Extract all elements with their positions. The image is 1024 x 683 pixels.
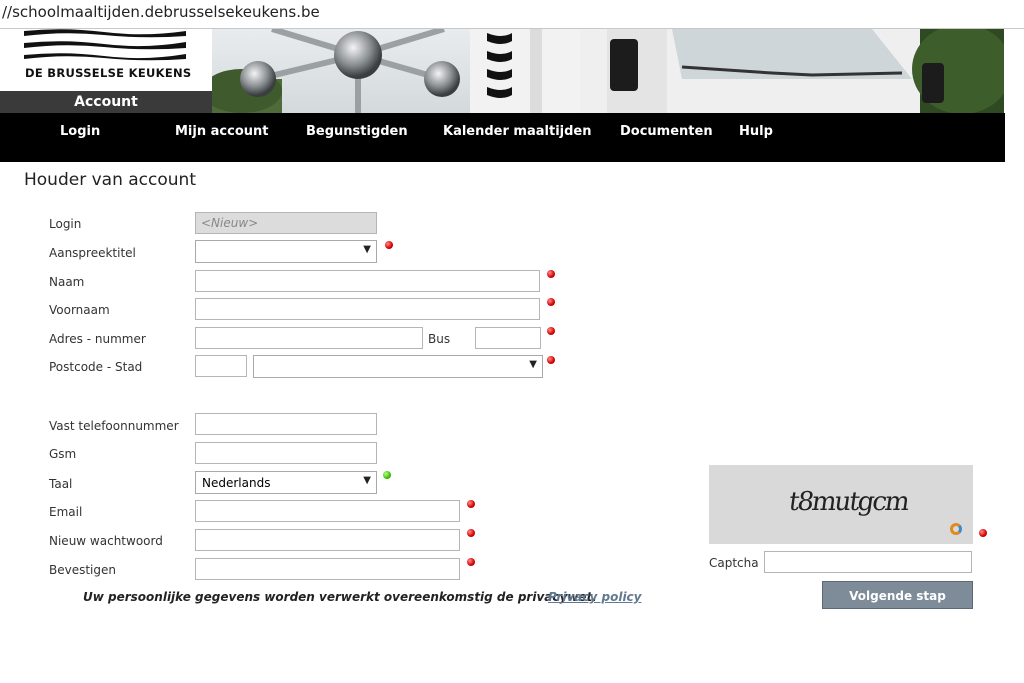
aanspreektitel-label: Aanspreektitel bbox=[49, 246, 136, 260]
required-icon bbox=[547, 270, 555, 278]
wachtwoord-input[interactable] bbox=[195, 529, 460, 551]
next-step-button[interactable]: Volgende stap bbox=[822, 581, 973, 609]
nav-item-begunstigden[interactable]: Begunstigden bbox=[306, 124, 408, 139]
nav-item-mijn-account[interactable]: Mijn account bbox=[175, 124, 268, 139]
bus-label: Bus bbox=[428, 332, 451, 346]
logo-waves-icon bbox=[24, 29, 186, 61]
adres-label: Adres - nummer bbox=[49, 332, 146, 346]
nav-item-documenten[interactable]: Documenten bbox=[620, 124, 713, 139]
naam-input[interactable] bbox=[195, 270, 540, 292]
taal-value: Nederlands bbox=[202, 476, 271, 490]
refresh-icon[interactable] bbox=[950, 523, 962, 535]
login-label: Login bbox=[49, 217, 82, 231]
main-navigation: Login Mijn account Begunstigden Kalender… bbox=[0, 113, 1005, 162]
valid-icon bbox=[383, 471, 391, 479]
nav-item-login[interactable]: Login bbox=[60, 124, 100, 139]
gsm-input[interactable] bbox=[195, 442, 377, 464]
bevestigen-input[interactable] bbox=[195, 558, 460, 580]
address-bar[interactable]: //schoolmaaltijden.debrusselsekeukens.be bbox=[0, 0, 1024, 29]
vast-tel-label: Vast telefoonnummer bbox=[49, 419, 179, 433]
adres-input[interactable] bbox=[195, 327, 423, 349]
aanspreektitel-select[interactable]: ▼ bbox=[195, 240, 377, 263]
voornaam-input[interactable] bbox=[195, 298, 540, 320]
gsm-label: Gsm bbox=[49, 447, 77, 461]
captcha-label: Captcha bbox=[709, 556, 759, 570]
chevron-down-icon: ▼ bbox=[529, 359, 537, 370]
required-icon bbox=[547, 298, 555, 306]
required-icon bbox=[547, 327, 555, 335]
required-icon bbox=[467, 500, 475, 508]
nav-item-kalender-maaltijden[interactable]: Kalender maaltijden bbox=[443, 124, 591, 139]
bus-input[interactable] bbox=[475, 327, 541, 349]
email-label: Email bbox=[49, 505, 83, 519]
chevron-down-icon: ▼ bbox=[363, 244, 371, 255]
captcha-input[interactable] bbox=[764, 551, 972, 573]
privacy-notice: Uw persoonlijke gegevens worden verwerkt… bbox=[83, 590, 597, 604]
header-banner-image bbox=[212, 29, 1004, 113]
voornaam-label: Voornaam bbox=[49, 303, 110, 317]
required-icon bbox=[385, 241, 393, 249]
stad-select[interactable]: ▼ bbox=[253, 355, 543, 378]
privacy-policy-link[interactable]: Privacy policy bbox=[548, 590, 642, 604]
required-icon bbox=[467, 558, 475, 566]
wachtwoord-label: Nieuw wachtwoord bbox=[49, 534, 163, 548]
vast-tel-input[interactable] bbox=[195, 413, 377, 435]
email-input[interactable] bbox=[195, 500, 460, 522]
required-icon bbox=[547, 356, 555, 364]
postcode-input[interactable] bbox=[195, 355, 247, 377]
account-tab[interactable]: Account bbox=[0, 91, 212, 113]
postcode-label: Postcode - Stad bbox=[49, 360, 143, 374]
logo-text: DE BRUSSELSE KEUKENS bbox=[25, 66, 192, 80]
taal-label: Taal bbox=[49, 477, 73, 491]
nav-item-hulp[interactable]: Hulp bbox=[739, 124, 773, 139]
naam-label: Naam bbox=[49, 275, 85, 289]
login-field: <Nieuw> bbox=[195, 212, 377, 234]
page-title: Houder van account bbox=[24, 170, 196, 190]
required-icon bbox=[979, 529, 987, 537]
required-icon bbox=[467, 529, 475, 537]
captcha-image: t8mutgcm bbox=[709, 465, 973, 544]
taal-select[interactable]: Nederlands ▼ bbox=[195, 471, 377, 494]
bevestigen-label: Bevestigen bbox=[49, 563, 116, 577]
logo[interactable]: DE BRUSSELSE KEUKENS bbox=[0, 29, 212, 91]
captcha-text: t8mutgcm bbox=[786, 487, 910, 517]
chevron-down-icon: ▼ bbox=[363, 475, 371, 486]
url-text: //schoolmaaltijden.debrusselsekeukens.be bbox=[2, 3, 320, 21]
